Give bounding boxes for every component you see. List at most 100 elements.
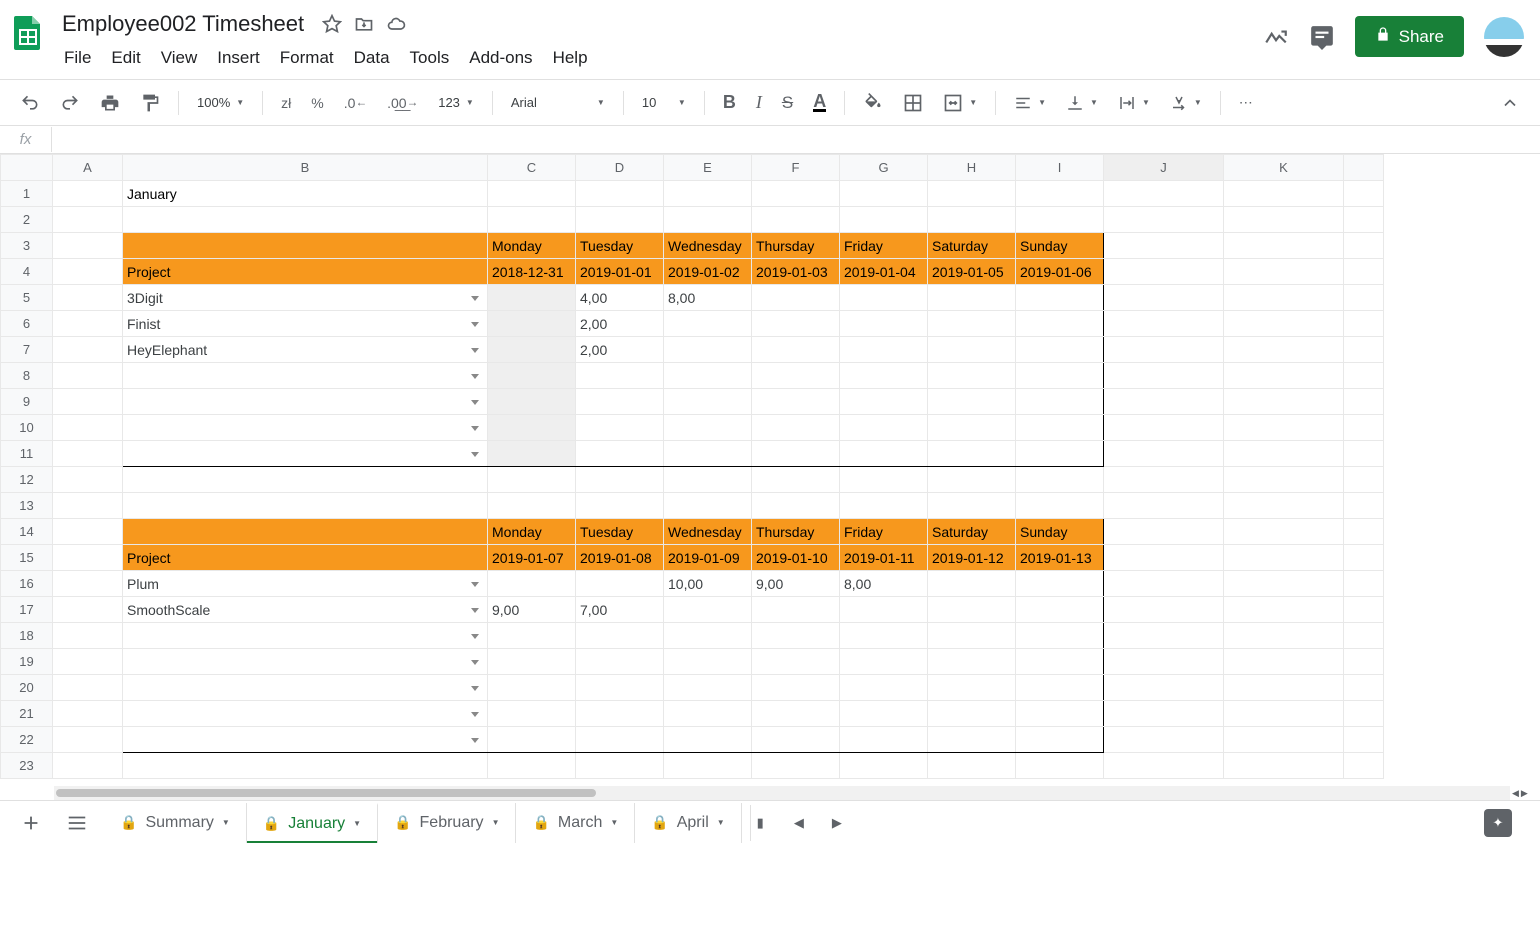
comments-icon[interactable] [1309,24,1335,50]
collapse-toolbar-button[interactable] [1492,87,1528,119]
cell-H6[interactable] [928,311,1016,337]
col-header-D[interactable]: D [576,155,664,181]
cell-I2[interactable] [1016,207,1104,233]
cell-H14[interactable]: Saturday [928,519,1016,545]
row-header-3[interactable]: 3 [1,233,53,259]
cell-J9[interactable] [1104,389,1224,415]
cell-F4[interactable]: 2019-01-03 [752,259,840,285]
cell-C1[interactable] [488,181,576,207]
cell-D15[interactable]: 2019-01-08 [576,545,664,571]
cell-A6[interactable] [53,311,123,337]
cell-B21[interactable] [123,701,488,727]
row-header-23[interactable]: 23 [1,753,53,779]
row-header-11[interactable]: 11 [1,441,53,467]
cell-J6[interactable] [1104,311,1224,337]
cell-E6[interactable] [664,311,752,337]
cell-I10[interactable] [1016,415,1104,441]
cell-F12[interactable] [752,467,840,493]
cell-B11[interactable] [123,441,488,467]
row-header-1[interactable]: 1 [1,181,53,207]
cell-B22[interactable] [123,727,488,753]
cell-C16[interactable] [488,571,576,597]
cell-J12[interactable] [1104,467,1224,493]
more-tabs-icon[interactable]: ▮ [750,805,770,841]
text-color-button[interactable]: A [805,87,834,118]
cell-C23[interactable] [488,753,576,779]
cell-H15[interactable]: 2019-01-12 [928,545,1016,571]
cell-D3[interactable]: Tuesday [576,233,664,259]
cell-D5[interactable]: 4,00 [576,285,664,311]
v-align-button[interactable]: ▼ [1058,90,1106,116]
text-rotation-button[interactable]: ▼ [1162,90,1210,116]
cell-I15[interactable]: 2019-01-13 [1016,545,1104,571]
cell-D4[interactable]: 2019-01-01 [576,259,664,285]
cloud-status-icon[interactable] [386,14,406,34]
cell-D20[interactable] [576,675,664,701]
cell-G5[interactable] [840,285,928,311]
cell-D11[interactable] [576,441,664,467]
cell-J11[interactable] [1104,441,1224,467]
italic-button[interactable]: I [748,86,770,119]
cell-K7[interactable] [1224,337,1344,363]
cell-H17[interactable] [928,597,1016,623]
cell-H8[interactable] [928,363,1016,389]
cell-J5[interactable] [1104,285,1224,311]
cell-D13[interactable] [576,493,664,519]
cell-J1[interactable] [1104,181,1224,207]
cell-J16[interactable] [1104,571,1224,597]
account-avatar[interactable] [1484,17,1524,57]
cell-B4[interactable]: Project [123,259,488,285]
cell-B19[interactable] [123,649,488,675]
cell-C10[interactable] [488,415,576,441]
row-header-20[interactable]: 20 [1,675,53,701]
cell-B3[interactable] [123,233,488,259]
cell-K17[interactable] [1224,597,1344,623]
cell-G14[interactable]: Friday [840,519,928,545]
col-header-K[interactable]: K [1224,155,1344,181]
cell-E19[interactable] [664,649,752,675]
cell-F18[interactable] [752,623,840,649]
cell-A3[interactable] [53,233,123,259]
col-header-J[interactable]: J [1104,155,1224,181]
cell-G9[interactable] [840,389,928,415]
cell-G1[interactable] [840,181,928,207]
cell-F1[interactable] [752,181,840,207]
cell-D2[interactable] [576,207,664,233]
cell-H4[interactable]: 2019-01-05 [928,259,1016,285]
cell-C17[interactable]: 9,00 [488,597,576,623]
cell-B18[interactable] [123,623,488,649]
cell-I19[interactable] [1016,649,1104,675]
cell-G8[interactable] [840,363,928,389]
cell-D1[interactable] [576,181,664,207]
sheet-tab-march[interactable]: 🔒March▼ [516,803,635,843]
cell-A11[interactable] [53,441,123,467]
more-formats-select[interactable]: 123▼ [430,91,482,114]
sheets-logo[interactable] [8,12,48,52]
cell-C7[interactable] [488,337,576,363]
cell-C6[interactable] [488,311,576,337]
row-header-13[interactable]: 13 [1,493,53,519]
cell-A10[interactable] [53,415,123,441]
cell-G6[interactable] [840,311,928,337]
cell-H22[interactable] [928,727,1016,753]
redo-button[interactable] [52,87,88,119]
cell-A5[interactable] [53,285,123,311]
cell-K3[interactable] [1224,233,1344,259]
cell-I17[interactable] [1016,597,1104,623]
cell-I7[interactable] [1016,337,1104,363]
cell-J8[interactable] [1104,363,1224,389]
row-header-9[interactable]: 9 [1,389,53,415]
cell-E21[interactable] [664,701,752,727]
cell-K4[interactable] [1224,259,1344,285]
cell-B16[interactable]: Plum [123,571,488,597]
cell-I23[interactable] [1016,753,1104,779]
cell-D12[interactable] [576,467,664,493]
cell-I5[interactable] [1016,285,1104,311]
cell-D7[interactable]: 2,00 [576,337,664,363]
sheet-tab-january[interactable]: 🔒January▼ [247,803,378,843]
menu-edit[interactable]: Edit [103,44,148,72]
cell-A18[interactable] [53,623,123,649]
zoom-select[interactable]: 100%▼ [189,91,252,114]
cell-G23[interactable] [840,753,928,779]
cell-E14[interactable]: Wednesday [664,519,752,545]
